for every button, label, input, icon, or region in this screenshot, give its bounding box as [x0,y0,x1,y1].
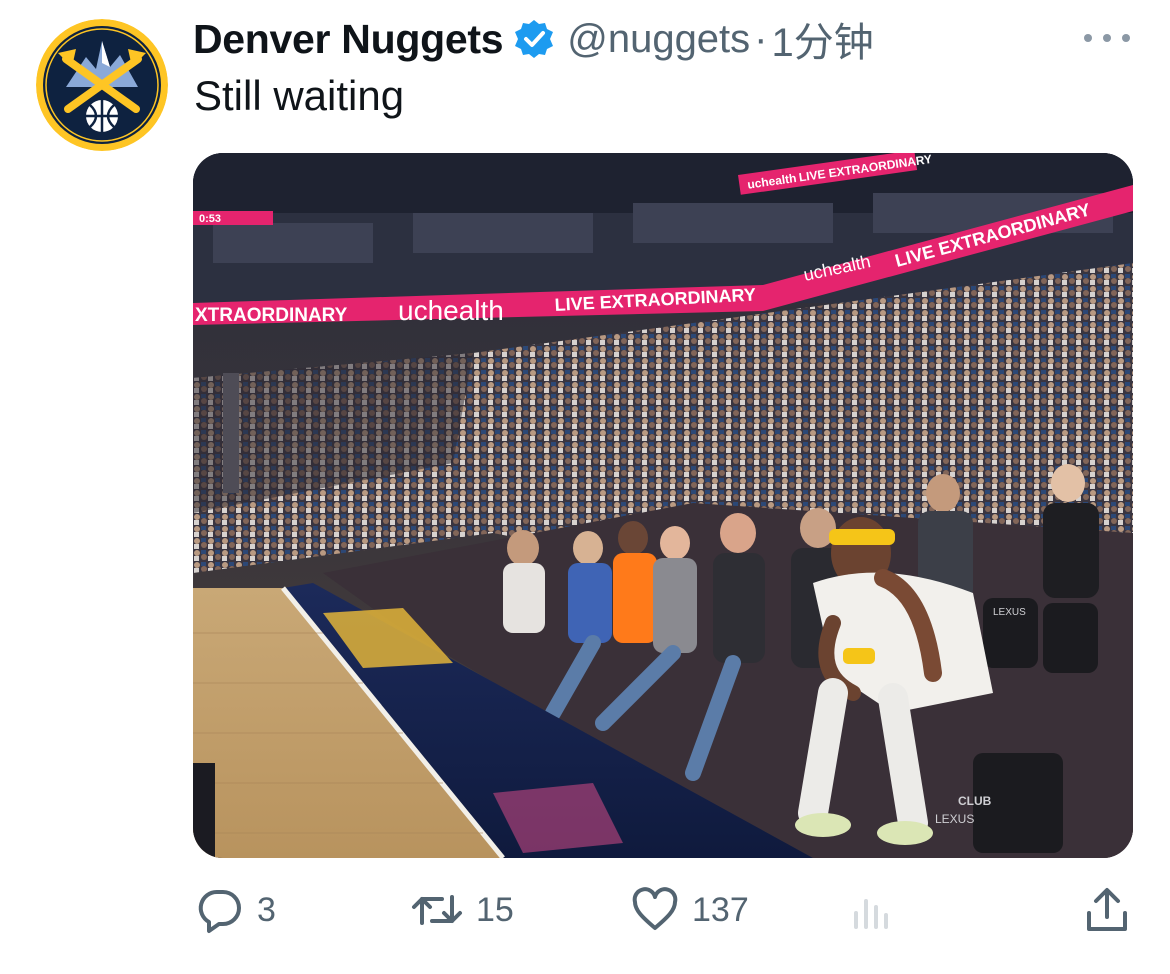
reply-icon [198,889,241,933]
retweet-count: 15 [476,890,514,929]
reply-button[interactable]: 3 [195,880,276,940]
heart-icon [632,887,678,930]
retweet-button[interactable]: 15 [410,880,514,940]
seat-club-label: CLUB [958,794,992,808]
display-name[interactable]: Denver Nuggets [193,16,504,63]
more-options-icon[interactable] [1080,24,1134,52]
ribbon-brand-center: uchealth [398,295,504,326]
handle[interactable]: @nuggets [567,17,750,62]
separator-dot: · [754,16,768,61]
avatar[interactable] [36,19,168,151]
share-button[interactable] [1083,880,1131,940]
seat-brand-label: LEXUS [993,607,1026,618]
ribbon-text-left: XTRAORDINARY [195,305,348,326]
verified-badge-icon [515,20,554,58]
views-button[interactable] [850,880,894,940]
seat-brand-label-2: LEXUS [935,812,974,826]
like-count: 137 [692,890,749,929]
share-icon [1087,888,1127,931]
like-button[interactable]: 137 [630,880,749,940]
reply-count: 3 [257,890,276,929]
tweet-media-photo[interactable]: 0:53 uchealth LIVE EXTRAORDINARY XTRAORD… [193,153,1133,858]
tweet-text: Still waiting [194,72,405,119]
tweet-header: Denver Nuggets @nuggets · 1分钟 [193,14,874,66]
scoreboard-time: 0:53 [199,213,221,225]
more-dot [1122,34,1130,42]
retweet-icon [412,895,462,925]
timestamp[interactable]: 1分钟 [772,10,874,68]
tweet-actions: 3 15 137 [0,880,1170,940]
more-dot [1103,34,1111,42]
nuggets-logo [36,19,168,151]
analytics-icon [854,899,888,929]
more-dot [1084,34,1092,42]
arena-photo: 0:53 uchealth LIVE EXTRAORDINARY XTRAORD… [193,153,1133,858]
